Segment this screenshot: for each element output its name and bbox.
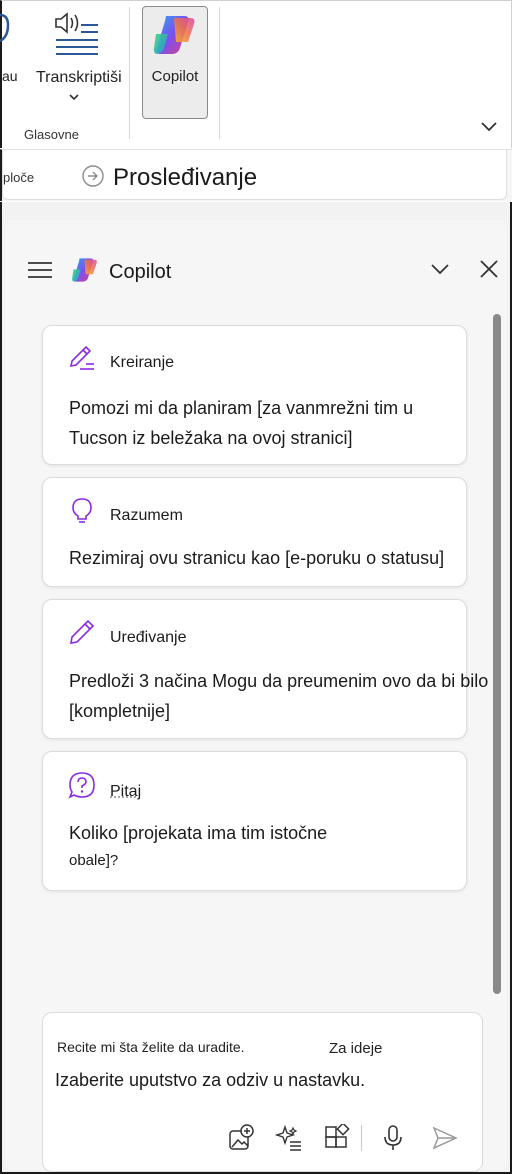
add-image-icon[interactable]: [227, 1124, 255, 1152]
ribbon-divider: [129, 7, 130, 139]
copilot-pane-body: Copilot Kreiranje Pomozi mi da planiram …: [5, 220, 507, 1172]
copilot-ribbon-label: Copilot: [151, 68, 199, 85]
card-prompt-line: Predloži 3 načina Mogu da preumenim ovo …: [69, 671, 489, 691]
card-prompt-line: obale]?: [69, 852, 119, 869]
card-prompt-line: Rezimiraj ovu stranicu kao [e-poruku o s…: [69, 548, 445, 568]
input-placeholder-hint: Recite mi šta želite da uradite.: [57, 1039, 245, 1055]
copilot-logo-icon: [72, 258, 97, 282]
send-icon[interactable]: [431, 1124, 459, 1152]
group-label-voice: Glasovne: [24, 127, 79, 142]
card-prompt-line: Pomozi mi da planiram [za vanmrežni tim …: [69, 398, 414, 418]
card-label: Razumem: [110, 507, 183, 524]
ribbon-divider: [219, 7, 220, 139]
copilot-ribbon-button[interactable]: Copilot: [142, 6, 208, 119]
page-header-panel: ploče Prosleđivanje: [2, 150, 507, 200]
input-placeholder[interactable]: Izaberite uputstvo za odziv u nastavku.: [55, 1070, 365, 1091]
card-prompt-line: [kompletnije]: [69, 701, 171, 721]
scrollbar-thumb[interactable]: [493, 314, 501, 994]
prompt-card-edit[interactable]: Uređivanje Predloži 3 načina Mogu da pre…: [42, 599, 488, 739]
pencil-writing-icon: [69, 345, 94, 370]
card-prompt-line: Koliko [projekata ima tim istočne: [69, 823, 328, 843]
prompt-card-understand[interactable]: Razumem Rezimiraj ovu stranicu kao [e-po…: [42, 477, 467, 587]
lightbulb-icon: [72, 498, 92, 523]
hamburger-menu-icon[interactable]: [27, 260, 53, 280]
card-label: Kreiranje: [110, 354, 175, 371]
apps-grid-icon[interactable]: [323, 1124, 351, 1152]
page-title: Prosleđivanje: [113, 164, 258, 191]
ribbon-expand-chevron-icon[interactable]: [480, 119, 498, 133]
copilot-logo-icon: [153, 16, 195, 54]
ribbon: au Transkriptiši Glasovne Copilot: [0, 0, 512, 148]
input-ideas-label: Za ideje: [329, 1040, 383, 1057]
page-header-bar: ploče Prosleđivanje: [0, 149, 512, 201]
close-icon[interactable]: [479, 259, 499, 279]
chevron-down-icon[interactable]: [430, 262, 450, 276]
dictate-label-partial[interactable]: au: [2, 68, 18, 84]
microphone-icon[interactable]: [379, 1124, 407, 1152]
copilot-pane-title: Copilot: [109, 261, 172, 283]
prompt-card-ask[interactable]: Pitaj Koliko [projekata ima tim istočne …: [42, 751, 467, 891]
card-label: Uređivanje: [110, 629, 187, 646]
microphone-icon[interactable]: [0, 11, 14, 47]
transcribe-icon: [55, 12, 98, 55]
question-bubble-icon: [68, 772, 95, 799]
prompt-card-create[interactable]: Kreiranje Pomozi mi da planiram [za vanm…: [42, 325, 467, 465]
chevron-down-icon: [69, 94, 79, 101]
card-label: Pitaj: [110, 783, 142, 800]
copilot-pane: Copilot Kreiranje Pomozi mi da planiram …: [0, 202, 512, 1174]
card-prompt-line: Tucson iz beležaka na ovoj stranici]: [69, 428, 353, 448]
transcribe-button[interactable]: Transkriptiši: [34, 9, 126, 109]
prompt-input-box[interactable]: Recite mi šta želite da uradite. Za idej…: [42, 1012, 483, 1172]
forward-arrow-icon: [82, 165, 104, 187]
clipboard-label-partial[interactable]: ploče: [3, 170, 34, 185]
transcribe-label: Transkriptiši: [36, 69, 122, 86]
pencil-icon: [70, 619, 95, 644]
toolbar-divider: [361, 1125, 362, 1151]
sparkle-prompts-icon[interactable]: [275, 1124, 303, 1152]
